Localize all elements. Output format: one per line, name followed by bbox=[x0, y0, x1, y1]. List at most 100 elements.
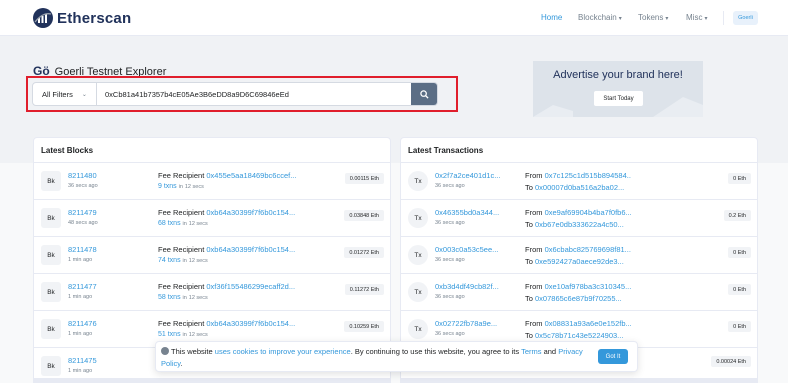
top-navbar: Etherscan Home Blockchain ▾ Tokens ▾ Misc ▾… bbox=[0, 0, 788, 36]
block-number-link[interactable]: 8211476 bbox=[68, 319, 97, 328]
nav-blockchain[interactable]: Blockchain ▾ bbox=[578, 13, 622, 22]
block-time: 12 secs bbox=[188, 258, 208, 264]
chevron-down-icon: ▾ bbox=[704, 16, 708, 22]
tx-age: 36 secs ago bbox=[435, 183, 465, 189]
transaction-row: Tx 0x46355bd0a344... 36 secs ago From 0x… bbox=[401, 200, 757, 237]
block-icon: Bk bbox=[41, 356, 61, 376]
fee-recipient-link[interactable]: 0xb64a30399f7f6b0c154... bbox=[206, 319, 295, 328]
to-address-link[interactable]: 0xb67e0db333622a4c50... bbox=[535, 220, 624, 229]
cookies-link[interactable]: uses cookies to improve your experience bbox=[215, 347, 351, 356]
to-address-link[interactable]: 0x00007d0ba516a2ba02... bbox=[535, 183, 624, 192]
from-address-link[interactable]: 0x08831a93a6e0e152fb... bbox=[545, 319, 631, 328]
search-icon bbox=[419, 89, 429, 99]
txns-link[interactable]: 58 txns bbox=[158, 294, 181, 301]
ad-title: Advertise your brand here! bbox=[553, 69, 683, 81]
etherscan-logo[interactable]: Etherscan bbox=[33, 8, 131, 28]
transaction-row: Tx 0x2f7a2ce401d1c... 36 secs ago From 0… bbox=[401, 163, 757, 200]
cookie-text-1: This website bbox=[171, 347, 213, 356]
tx-hash-link[interactable]: 0x46355bd0a344... bbox=[435, 208, 499, 217]
transaction-icon: Tx bbox=[408, 282, 428, 302]
network-button[interactable]: Goerli bbox=[733, 11, 758, 25]
tx-age: 36 secs ago bbox=[435, 220, 465, 226]
fee-recipient-link[interactable]: 0x455e5aa18469bc6ccef... bbox=[206, 171, 296, 180]
got-it-button[interactable]: Got It bbox=[598, 349, 628, 364]
block-number-link[interactable]: 8211480 bbox=[68, 171, 97, 180]
txns-link[interactable]: 9 txns bbox=[158, 183, 177, 190]
block-reward-badge: 0.11272 Eth bbox=[344, 284, 384, 295]
in-label: in bbox=[182, 221, 187, 227]
nav-tokens[interactable]: Tokens ▾ bbox=[638, 13, 668, 22]
cookie-text-4: . bbox=[180, 359, 183, 368]
to-label: To bbox=[525, 183, 533, 192]
txns-link[interactable]: 74 txns bbox=[158, 257, 181, 264]
fee-recipient-label: Fee Recipient bbox=[158, 282, 205, 291]
start-today-button[interactable]: Start Today bbox=[594, 91, 643, 106]
block-age: 36 secs ago bbox=[68, 183, 98, 189]
chevron-down-icon: ▾ bbox=[665, 16, 669, 22]
from-address-link[interactable]: 0x7c125c1d515b894584... bbox=[545, 171, 631, 180]
cookie-banner: This website uses cookies to improve you… bbox=[155, 341, 638, 372]
nav-divider bbox=[723, 11, 724, 25]
tx-hash-link[interactable]: 0xb3d4df49cb82f... bbox=[435, 282, 499, 291]
block-number-link[interactable]: 8211478 bbox=[68, 245, 97, 254]
tx-age: 36 secs ago bbox=[435, 257, 465, 263]
from-label: From bbox=[525, 171, 543, 180]
tx-hash-link[interactable]: 0x02722fb78a9e... bbox=[435, 319, 497, 328]
card-footer-strip bbox=[33, 378, 391, 383]
chevron-down-icon: ⌄ bbox=[81, 91, 87, 98]
latest-transactions-title: Latest Transactions bbox=[401, 138, 757, 163]
block-icon: Bk bbox=[41, 319, 61, 339]
cookie-text-3: and bbox=[543, 347, 557, 356]
nav-home[interactable]: Home bbox=[541, 13, 562, 22]
fee-recipient-link[interactable]: 0xb64a30399f7f6b0c154... bbox=[206, 208, 295, 217]
in-label: in bbox=[182, 258, 187, 264]
block-row: Bk 8211480 36 secs ago Fee Recipient 0x4… bbox=[34, 163, 390, 200]
to-label: To bbox=[525, 257, 533, 266]
from-label: From bbox=[525, 208, 543, 217]
to-address-link[interactable]: 0x5c78b71c43e5224903... bbox=[535, 331, 623, 340]
from-address-link[interactable]: 0xe9af69904b4ba7f0fb6... bbox=[545, 208, 631, 217]
nav-misc[interactable]: Misc ▾ bbox=[686, 13, 707, 22]
tx-age: 36 secs ago bbox=[435, 331, 465, 337]
block-time: 12 secs bbox=[184, 184, 204, 190]
tx-hash-link[interactable]: 0x2f7a2ce401d1c... bbox=[435, 171, 500, 180]
search-input[interactable] bbox=[97, 83, 411, 105]
block-number-link[interactable]: 8211479 bbox=[68, 208, 97, 217]
search-filter-select[interactable]: All Filters ⌄ bbox=[33, 83, 97, 105]
card-footer-strip bbox=[400, 378, 758, 383]
tx-value-badge: 0 Eth bbox=[728, 284, 751, 295]
to-label: To bbox=[525, 294, 533, 303]
to-address-link[interactable]: 0xe592427a0aece92de3... bbox=[535, 257, 624, 266]
latest-blocks-title: Latest Blocks bbox=[34, 138, 390, 163]
block-reward-badge: 0.00115 Eth bbox=[344, 173, 384, 184]
block-age: 48 secs ago bbox=[68, 220, 98, 226]
txns-link[interactable]: 68 txns bbox=[158, 220, 181, 227]
logo-text: Etherscan bbox=[57, 9, 132, 27]
from-label: From bbox=[525, 245, 543, 254]
block-icon: Bk bbox=[41, 171, 61, 191]
from-address-link[interactable]: 0xe10af978ba3c310345... bbox=[545, 282, 631, 291]
tx-hash-link[interactable]: 0x003c0a53c5ee... bbox=[435, 245, 498, 254]
fee-recipient-link[interactable]: 0xf36f155486299ecaff2d... bbox=[206, 282, 295, 291]
ad-banner[interactable]: Advertise your brand here! Start Today bbox=[533, 61, 703, 117]
block-time: 12 secs bbox=[188, 332, 208, 338]
fee-recipient-link[interactable]: 0xb64a30399f7f6b0c154... bbox=[206, 245, 295, 254]
to-address-link[interactable]: 0x07865c6e87b9f70255... bbox=[535, 294, 622, 303]
block-number-link[interactable]: 8211477 bbox=[68, 282, 97, 291]
fee-recipient-label: Fee Recipient bbox=[158, 208, 205, 217]
block-time: 12 secs bbox=[188, 221, 208, 227]
terms-link[interactable]: Terms bbox=[521, 347, 541, 356]
from-address-link[interactable]: 0x6cbabc825769698f81... bbox=[545, 245, 631, 254]
block-age: 1 min ago bbox=[68, 294, 93, 300]
search-button[interactable] bbox=[411, 83, 437, 105]
txns-link[interactable]: 51 txns bbox=[158, 331, 181, 338]
cookie-icon bbox=[161, 347, 169, 355]
block-number-link[interactable]: 8211475 bbox=[68, 356, 97, 365]
nav-tokens-label: Tokens bbox=[638, 13, 664, 22]
transaction-row: Tx 0xb3d4df49cb82f... 36 secs ago From 0… bbox=[401, 274, 757, 311]
block-age: 1 min ago bbox=[68, 331, 93, 337]
search-bar: All Filters ⌄ bbox=[32, 82, 438, 106]
transaction-icon: Tx bbox=[408, 171, 428, 191]
cookie-message: This website uses cookies to improve you… bbox=[161, 346, 591, 370]
block-reward-badge: 0.10259 Eth bbox=[344, 321, 384, 332]
